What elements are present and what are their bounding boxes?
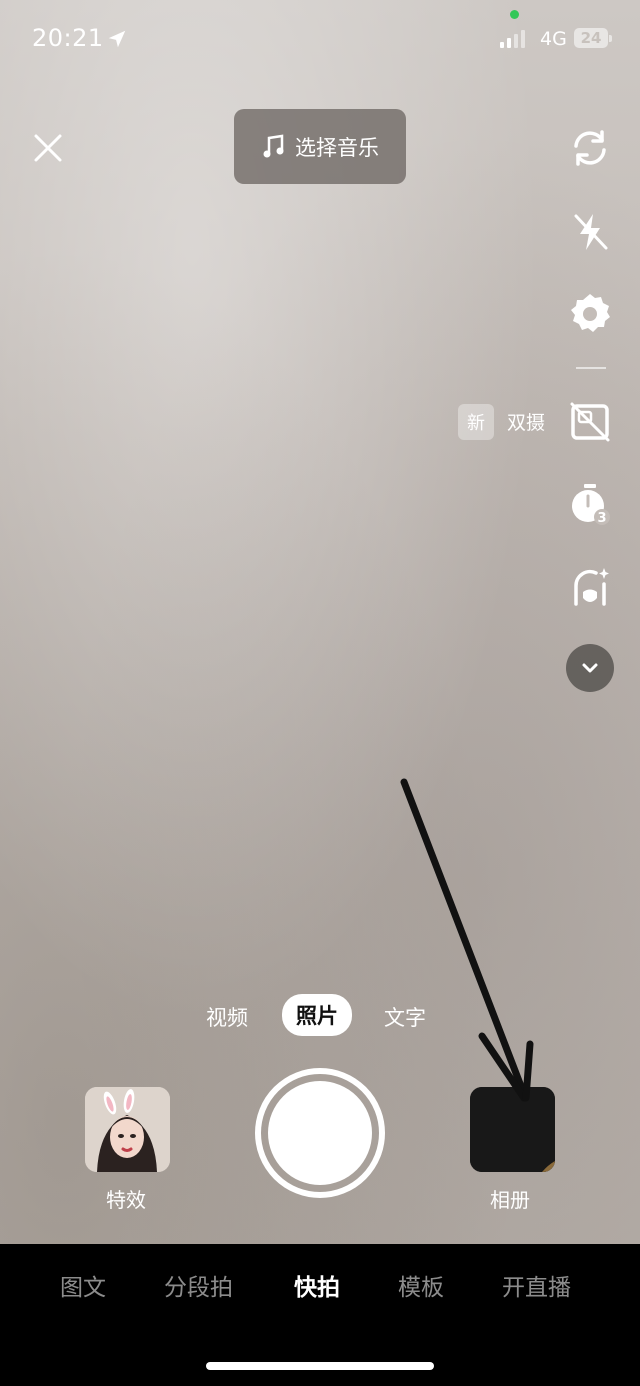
tab-image-text[interactable]: 图文 — [60, 1268, 106, 1302]
capture-mode-selector: 视频 照片 文字 — [0, 994, 640, 1036]
dual-camera-label[interactable]: 双摄 — [507, 408, 545, 435]
beauty-icon[interactable] — [566, 562, 614, 610]
shutter-button[interactable] — [255, 1068, 385, 1198]
chevron-down-icon — [582, 663, 598, 673]
new-badge: 新 — [458, 404, 494, 440]
status-bar: 20:21 4G 24 — [0, 10, 640, 58]
location-arrow-icon — [108, 30, 126, 48]
timer-icon[interactable]: 3 — [566, 480, 614, 528]
close-icon[interactable] — [30, 130, 66, 166]
timer-value: 3 — [597, 511, 606, 526]
battery-level: 24 — [580, 29, 602, 47]
camera-viewfinder[interactable] — [0, 0, 640, 1244]
music-note-icon — [263, 134, 284, 157]
select-music-button[interactable]: 选择音乐 — [234, 109, 406, 184]
flip-camera-icon[interactable] — [566, 124, 614, 172]
toolbar-divider — [576, 367, 606, 369]
select-music-label: 选择音乐 — [295, 135, 379, 160]
privacy-indicator-dot — [510, 10, 519, 19]
signal-bars-icon — [500, 30, 525, 48]
tab-templates[interactable]: 模板 — [398, 1268, 444, 1302]
tab-segmented[interactable]: 分段拍 — [164, 1268, 233, 1302]
tab-go-live[interactable]: 开直播 — [502, 1268, 571, 1302]
status-time: 20:21 — [32, 24, 104, 52]
effects-button[interactable] — [85, 1087, 170, 1172]
mode-photo[interactable]: 照片 — [282, 994, 352, 1036]
tab-quick-shot[interactable]: 快拍 — [294, 1268, 340, 1302]
flash-off-icon[interactable] — [566, 208, 614, 256]
battery-icon: 24 — [574, 28, 612, 48]
dual-camera-icon[interactable] — [566, 398, 614, 446]
effects-thumbnail — [85, 1087, 170, 1172]
album-thumbnail — [470, 1087, 555, 1172]
mode-video[interactable]: 视频 — [206, 1002, 248, 1032]
home-indicator[interactable] — [206, 1362, 434, 1370]
album-label: 相册 — [490, 1188, 530, 1212]
more-tools-button[interactable] — [566, 644, 614, 692]
settings-icon[interactable] — [566, 290, 614, 338]
shutter-inner — [268, 1081, 372, 1185]
effects-label: 特效 — [106, 1188, 146, 1212]
album-button[interactable] — [470, 1087, 555, 1172]
network-type: 4G — [540, 28, 567, 50]
mode-text[interactable]: 文字 — [384, 1002, 426, 1032]
